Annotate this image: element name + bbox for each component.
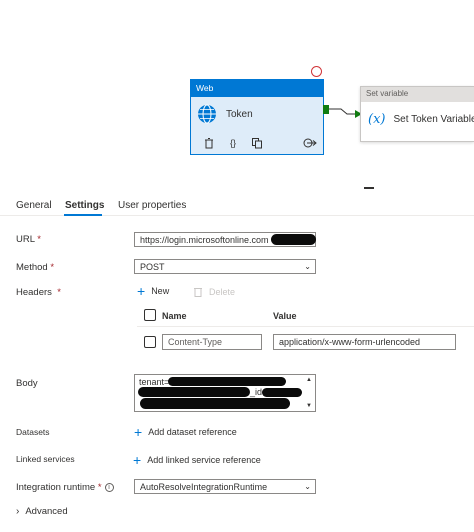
linked-services-label: Linked services: [16, 454, 75, 464]
header-value-input[interactable]: application/x-www-form-urlencoded: [273, 334, 456, 350]
setvar-activity-type: Set variable: [361, 87, 474, 102]
header-divider: [137, 326, 474, 327]
setvar-activity-name: Set Token Variable: [393, 113, 474, 125]
web-activity-card[interactable]: Web Token {}: [190, 79, 324, 155]
header-name-input[interactable]: Content-Type: [162, 334, 262, 350]
active-tab-indicator: [64, 214, 102, 216]
body-redaction-4: [140, 398, 290, 409]
plus-icon: +: [133, 452, 142, 468]
url-redaction: [271, 234, 316, 245]
globe-icon: [198, 104, 216, 124]
datasets-label: Datasets: [16, 427, 50, 437]
trash-icon: [194, 288, 202, 297]
body-redaction-1: [168, 377, 286, 386]
headers-label: Headers *: [16, 287, 61, 298]
plus-icon: +: [137, 283, 146, 299]
scroll-up-icon[interactable]: ▲: [306, 377, 312, 383]
copy-icon[interactable]: [251, 137, 263, 149]
output-arrow-icon[interactable]: [303, 137, 317, 149]
url-label: URL *: [16, 234, 41, 245]
add-linked-service-reference[interactable]: + Add linked service reference: [133, 452, 261, 468]
add-dataset-reference[interactable]: + Add dataset reference: [134, 424, 237, 440]
plus-icon: +: [134, 424, 143, 440]
method-label: Method *: [16, 262, 55, 273]
body-label: Body: [16, 378, 38, 389]
web-activity-type: Web: [191, 80, 323, 97]
runtime-select[interactable]: AutoResolveIntegrationRuntime ⌄: [134, 479, 316, 494]
runtime-label: Integration runtime * i: [16, 482, 114, 493]
error-indicator[interactable]: [311, 66, 322, 77]
new-header-button[interactable]: + New: [137, 283, 169, 299]
header-name-column: Name: [162, 311, 187, 321]
header-row-checkbox[interactable]: [144, 336, 156, 348]
body-redaction-2: [138, 387, 250, 397]
select-all-headers-checkbox[interactable]: [144, 309, 156, 321]
variable-icon: (x): [368, 111, 386, 127]
chevron-down-icon: ⌄: [304, 262, 311, 271]
advanced-toggle[interactable]: › Advanced: [16, 506, 68, 517]
delete-header-button[interactable]: Delete: [193, 286, 235, 297]
code-icon[interactable]: {}: [225, 137, 241, 149]
tab-user-properties[interactable]: User properties: [118, 200, 186, 211]
setvar-activity-card[interactable]: Set variable (x) Set Token Variable: [360, 86, 474, 142]
body-redaction-3: [262, 388, 302, 397]
web-activity-name: Token: [226, 108, 253, 120]
info-icon[interactable]: i: [104, 483, 114, 492]
header-value-column: Value: [273, 311, 297, 321]
properties-tabs: General Settings User properties: [0, 190, 474, 216]
tab-general[interactable]: General: [16, 200, 52, 211]
tab-settings[interactable]: Settings: [65, 200, 104, 211]
chevron-right-icon: ›: [16, 506, 20, 517]
pipeline-canvas[interactable]: Web Token {} Set variable (x) Set Token …: [0, 0, 474, 190]
method-select[interactable]: POST ⌄: [134, 259, 316, 274]
chevron-down-icon: ⌄: [304, 482, 311, 491]
delete-icon[interactable]: [203, 137, 215, 149]
scroll-down-icon[interactable]: ▼: [306, 403, 312, 409]
panel-resize-handle[interactable]: [364, 187, 374, 189]
